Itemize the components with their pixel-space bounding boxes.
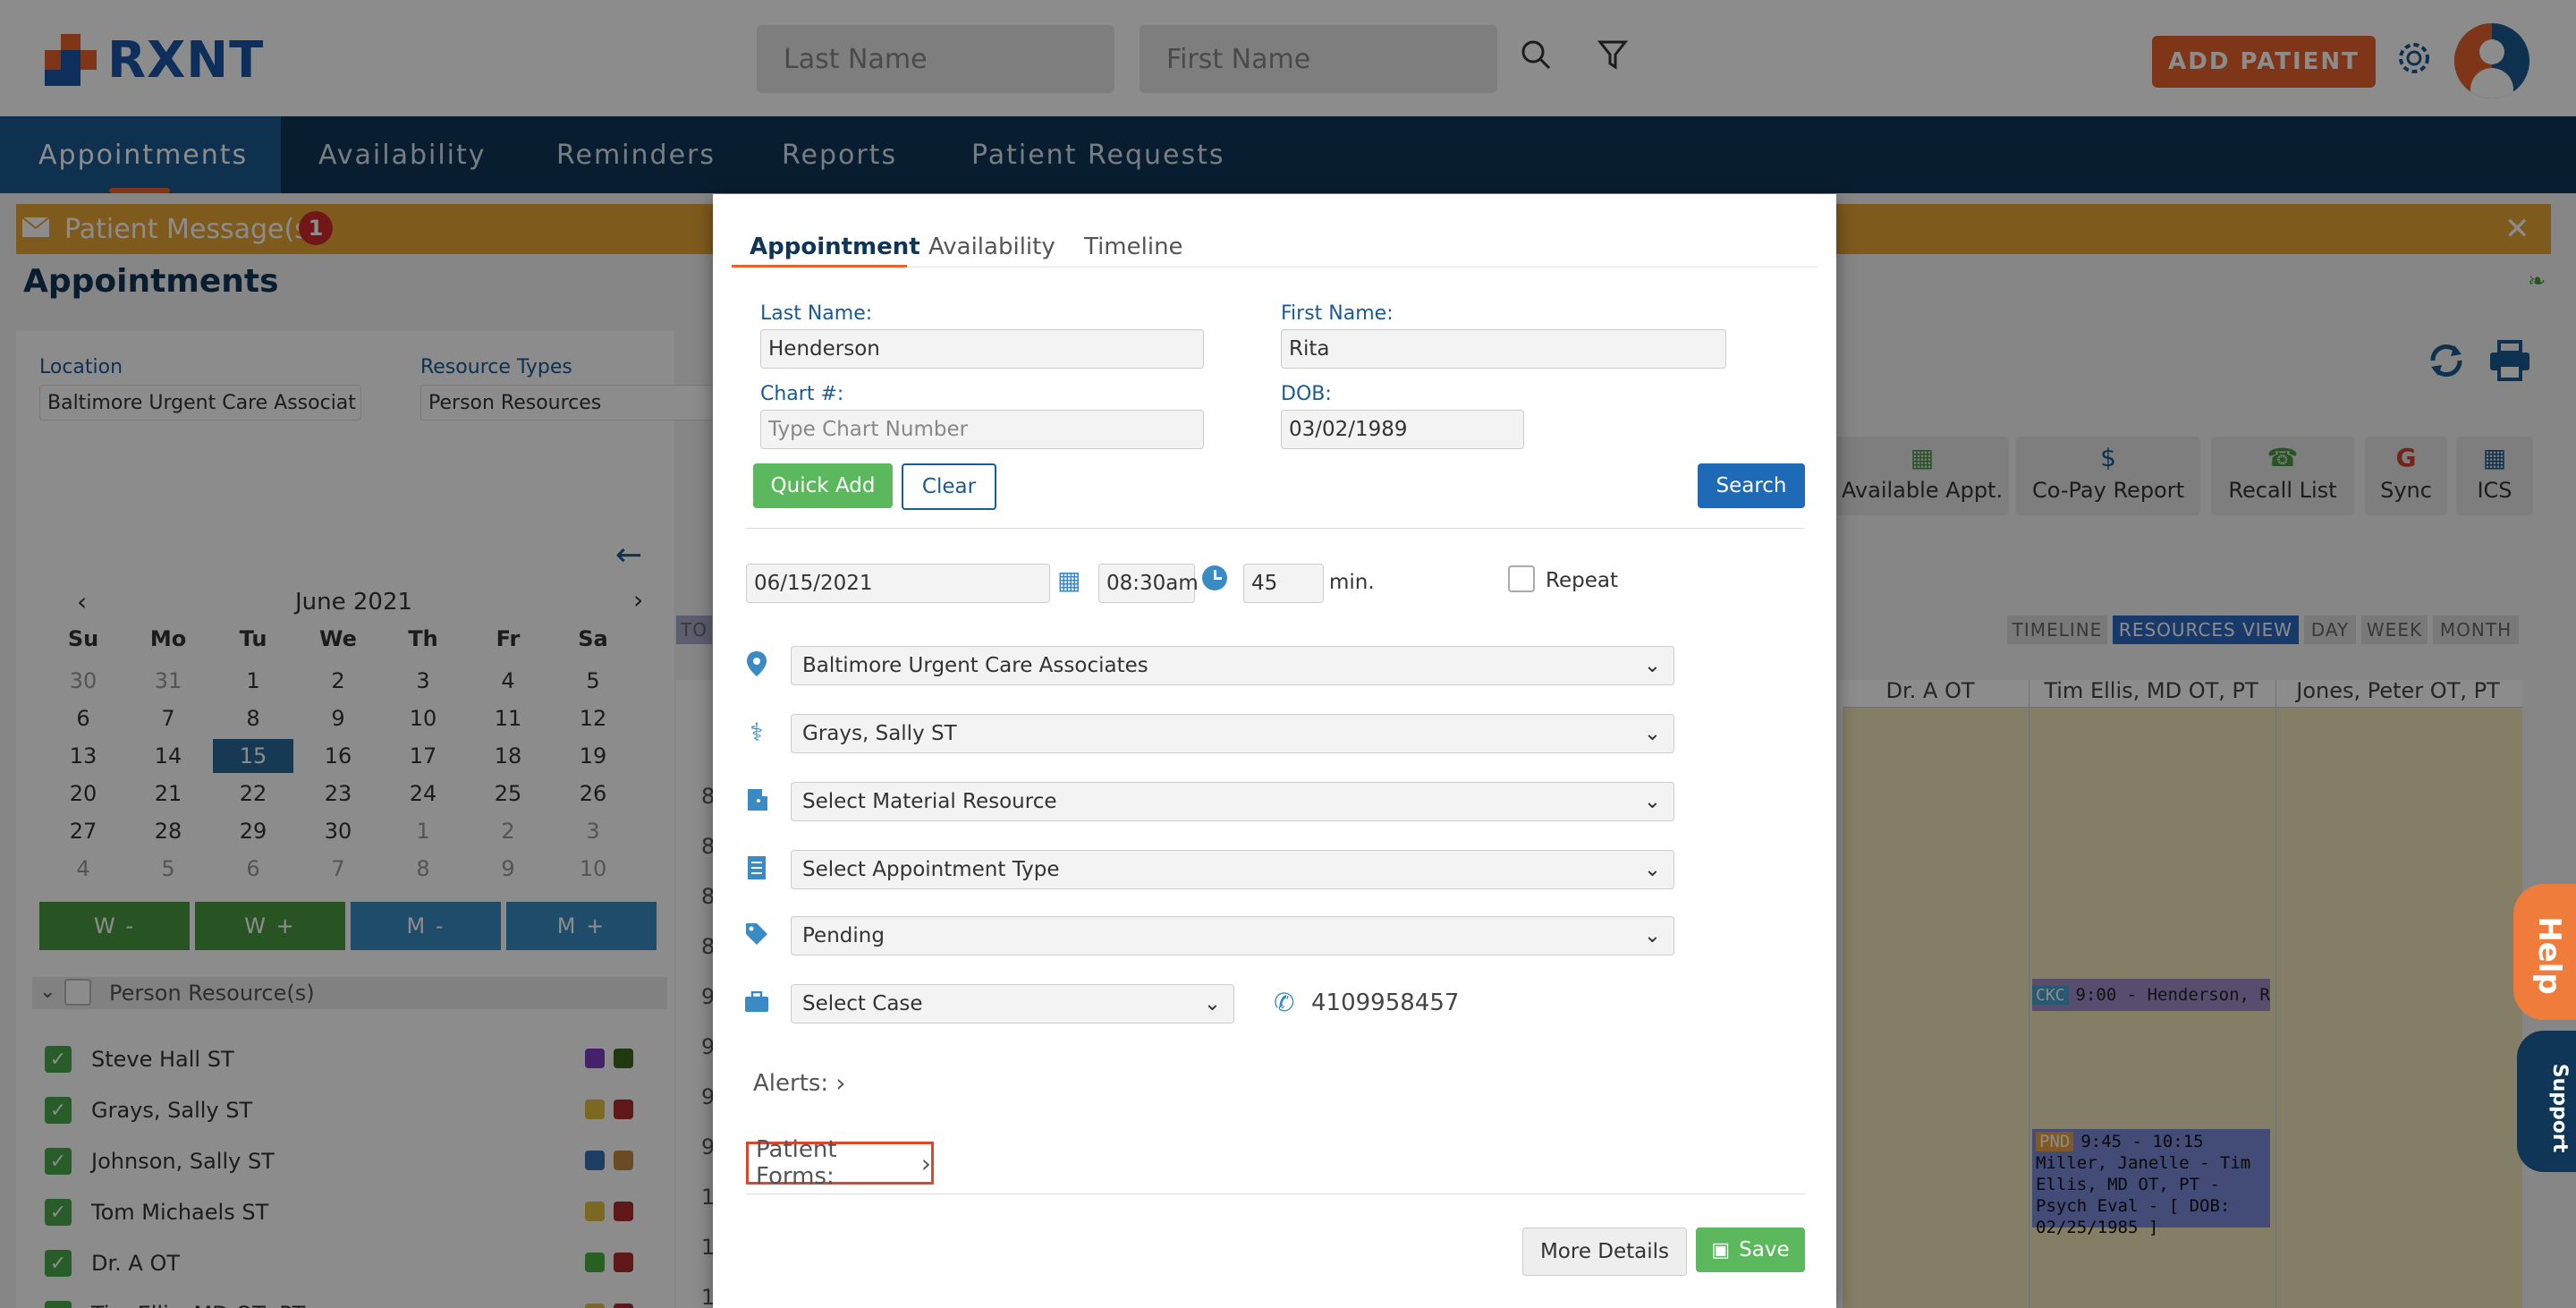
first-name-label: First Name:	[1281, 302, 1394, 325]
chart-number-input[interactable]: Type Chart Number	[760, 410, 1204, 449]
material-resource-select[interactable]: Select Material Resource ⌄	[791, 782, 1674, 821]
chart-number-label: Chart #:	[760, 383, 844, 405]
chevron-down-icon: ⌄	[1203, 992, 1221, 1015]
case-select[interactable]: Select Case ⌄	[791, 984, 1234, 1023]
appointment-type-select[interactable]: Select Appointment Type ⌄	[791, 850, 1674, 889]
chevron-down-icon: ⌄	[1643, 722, 1661, 745]
briefcase-icon	[742, 988, 771, 1016]
chevron-down-icon: ⌄	[1643, 924, 1661, 947]
section-divider	[746, 528, 1805, 529]
appointment-type-select-value: Select Appointment Type	[802, 858, 1060, 881]
phone-icon: ✆	[1274, 988, 1295, 1017]
floppy-disk-icon: ▣	[1711, 1238, 1731, 1261]
location-select-value: Baltimore Urgent Care Associates	[802, 654, 1148, 677]
tab-timeline[interactable]: Timeline	[1084, 229, 1183, 265]
status-select[interactable]: Pending ⌄	[791, 916, 1674, 956]
alerts-toggle[interactable]: Alerts: ›	[753, 1068, 845, 1098]
active-tab-indicator	[732, 265, 907, 268]
phone-number: 4109958457	[1311, 989, 1460, 1016]
appointment-time-input[interactable]: 08:30am	[1098, 564, 1199, 603]
stethoscope-icon: ⚕	[750, 717, 764, 747]
provider-select[interactable]: Grays, Sally ST ⌄	[791, 714, 1674, 753]
quick-add-button[interactable]: Quick Add	[753, 463, 893, 508]
location-pin-icon	[742, 650, 771, 678]
chevron-down-icon: ⌄	[1643, 790, 1661, 813]
first-name-input[interactable]: Rita	[1281, 329, 1726, 369]
more-details-button[interactable]: More Details	[1522, 1227, 1687, 1276]
case-select-value: Select Case	[802, 992, 923, 1015]
help-tab[interactable]: Help	[2513, 884, 2576, 1020]
tag-icon	[742, 920, 771, 948]
appointment-date-input[interactable]: 06/15/2021	[746, 564, 1050, 603]
document-icon	[742, 854, 771, 882]
section-divider	[746, 1193, 1805, 1194]
alerts-label: Alerts:	[753, 1069, 829, 1097]
chevron-down-icon: ⌄	[1643, 654, 1661, 677]
dob-label: DOB:	[1281, 383, 1332, 405]
save-button[interactable]: ▣ Save	[1696, 1227, 1805, 1272]
duration-input[interactable]: 45	[1243, 564, 1324, 603]
support-label: Support	[2548, 1063, 2572, 1153]
tab-appointment[interactable]: Appointment	[750, 229, 920, 265]
chevron-right-icon: ›	[835, 1068, 846, 1098]
save-label: Save	[1739, 1238, 1790, 1261]
last-name-input[interactable]: Henderson	[760, 329, 1204, 369]
chevron-right-icon: ›	[920, 1148, 931, 1178]
provider-select-value: Grays, Sally ST	[802, 722, 957, 745]
patient-forms-toggle[interactable]: Patient Forms: ›	[746, 1136, 934, 1190]
material-resource-select-value: Select Material Resource	[802, 790, 1057, 813]
door-icon	[742, 786, 771, 814]
duration-unit-label: min.	[1329, 571, 1375, 594]
calendar-icon[interactable]: ▦	[1057, 565, 1080, 595]
status-select-value: Pending	[802, 924, 885, 947]
clear-button[interactable]: Clear	[902, 463, 996, 510]
location-select[interactable]: Baltimore Urgent Care Associates ⌄	[791, 646, 1674, 685]
dob-input[interactable]: 03/02/1989	[1281, 410, 1524, 449]
patient-forms-label: Patient Forms:	[756, 1136, 837, 1190]
repeat-label: Repeat	[1546, 569, 1618, 592]
tab-availability[interactable]: Availability	[928, 229, 1055, 265]
last-name-label: Last Name:	[760, 302, 873, 325]
repeat-checkbox[interactable]	[1508, 565, 1535, 592]
help-label: Help	[2530, 916, 2567, 995]
search-button[interactable]: Search	[1698, 463, 1805, 508]
chevron-down-icon: ⌄	[1643, 858, 1661, 881]
support-tab[interactable]: Support	[2517, 1031, 2576, 1172]
clock-icon[interactable]	[1202, 565, 1227, 590]
